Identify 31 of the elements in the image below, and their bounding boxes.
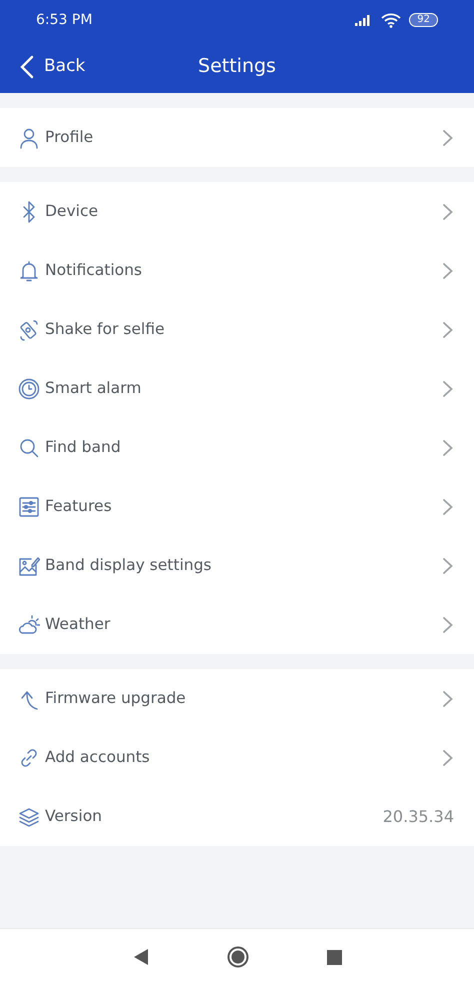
chevron-right-icon bbox=[442, 128, 454, 146]
status-time: 6:53 PM bbox=[36, 10, 92, 30]
bell-icon bbox=[18, 260, 40, 282]
search-icon bbox=[18, 436, 40, 458]
row-label: Version bbox=[45, 806, 103, 827]
battery-indicator: 92 bbox=[409, 13, 438, 27]
chevron-right-icon bbox=[442, 262, 454, 280]
page-title: Settings bbox=[198, 54, 276, 80]
phone-shake-icon bbox=[18, 318, 40, 340]
cloud-sun-icon bbox=[18, 614, 40, 636]
chevron-right-icon bbox=[442, 438, 454, 456]
clock-icon bbox=[18, 378, 40, 400]
layers-icon bbox=[18, 806, 40, 828]
wifi-icon bbox=[381, 12, 402, 28]
back-button[interactable]: Back bbox=[0, 40, 86, 93]
version-value: 20.35.34 bbox=[382, 806, 454, 828]
home-circle-icon bbox=[226, 946, 248, 968]
chevron-left-icon bbox=[20, 54, 34, 78]
chevron-right-icon bbox=[442, 498, 454, 516]
chevron-right-icon bbox=[442, 690, 454, 708]
chevron-right-icon bbox=[442, 748, 454, 766]
chevron-right-icon bbox=[442, 202, 454, 220]
chevron-right-icon bbox=[442, 380, 454, 398]
sliders-icon bbox=[18, 496, 40, 518]
chevron-right-icon bbox=[442, 556, 454, 574]
chevron-right-icon bbox=[442, 616, 454, 634]
person-icon bbox=[18, 126, 40, 148]
recents-square-icon bbox=[326, 950, 342, 964]
back-triangle-icon bbox=[132, 948, 148, 966]
image-edit-icon bbox=[18, 554, 40, 576]
chevron-right-icon bbox=[442, 320, 454, 338]
